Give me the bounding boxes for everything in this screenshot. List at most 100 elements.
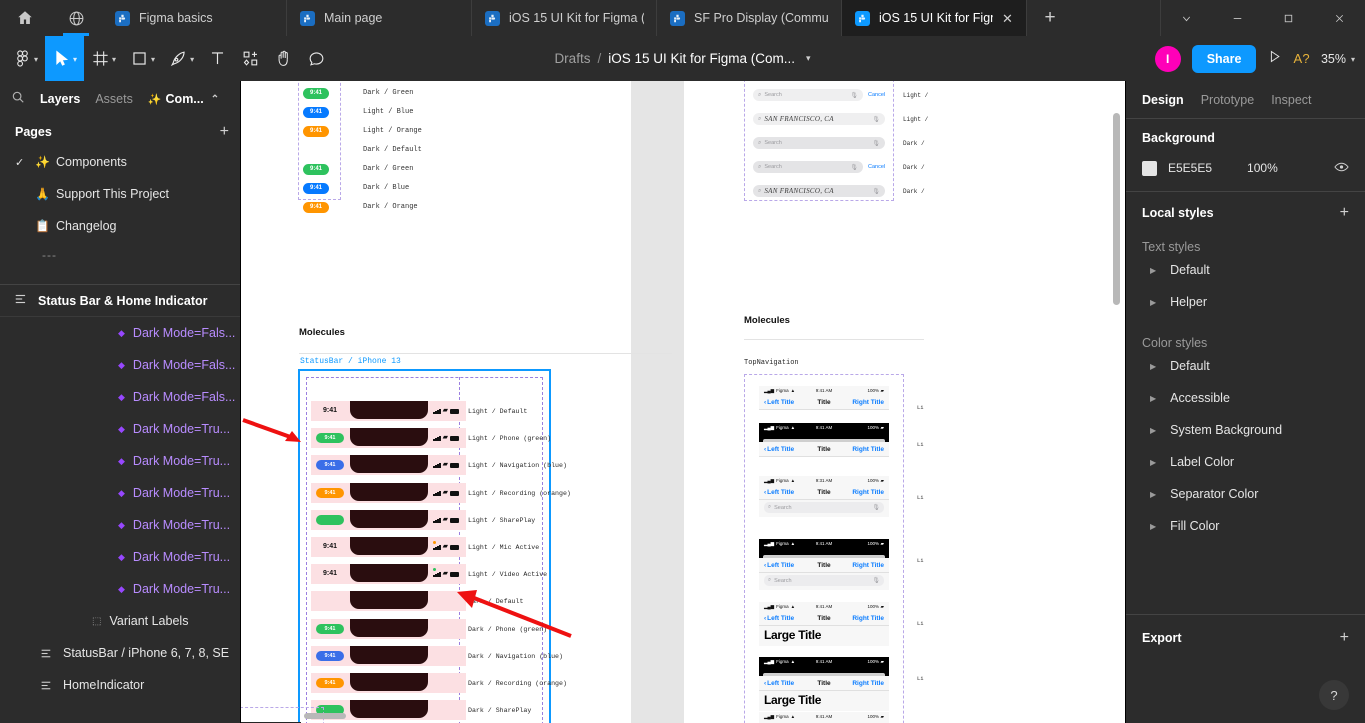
chevron-up-icon[interactable]: ⌃ (211, 94, 219, 105)
layer-row[interactable]: ◆ Dark Mode=Tru... (0, 541, 240, 573)
topnav-variant-card[interactable]: ▂▄▆ Figma ▲ 9:31 AM 100% ▰ ‹ Left Title Title Rig… (759, 476, 889, 517)
breadcrumb-project[interactable]: Drafts (554, 51, 590, 66)
style-row[interactable]: ▶ Helper (1142, 286, 1349, 318)
design-canvas[interactable]: 9:41 Dark / Green 9:41 Light / Blue 9:41 Ligh… (241, 81, 1125, 723)
microphone-icon[interactable]: 🎙 (850, 92, 858, 99)
tab-assets[interactable]: Assets (95, 92, 133, 106)
atom-row[interactable]: 9:41 Light / Orange (303, 124, 633, 138)
atom-row[interactable]: 9:41 Dark / Orange (303, 200, 633, 214)
microphone-icon[interactable]: 🎙 (872, 577, 880, 584)
browser-tab[interactable]: Figma basics (102, 0, 287, 36)
layer-row[interactable]: ⬚ Variant Labels (0, 605, 240, 637)
layer-row[interactable]: ◆ Dark Mode=Fals... (0, 381, 240, 413)
style-row[interactable]: ▶ Label Color (1142, 446, 1349, 478)
layer-row[interactable]: HomeIndicator (0, 669, 240, 701)
topnav-variant-card[interactable]: ▂▄▆Figma▲9:41 AM100%▰‹Left TitleTitleRig… (759, 657, 889, 711)
frame-tool-button[interactable]: ▾ (84, 36, 123, 81)
search-field[interactable]: ⌕ SAN FRANCISCO, CA 🎙 (753, 113, 885, 125)
canvas-vertical-scrollbar[interactable] (1113, 113, 1120, 305)
style-row[interactable]: ▶ Default (1142, 350, 1349, 382)
background-opacity-value[interactable]: 100% (1247, 161, 1278, 175)
page-item[interactable]: 📋 Changelog (0, 210, 240, 242)
avatar[interactable]: I (1154, 45, 1181, 72)
microphone-icon[interactable]: 🎙 (872, 116, 880, 123)
tab-layers[interactable]: Layers (40, 92, 80, 106)
chevron-down-icon[interactable]: ▾ (806, 53, 811, 64)
search-field[interactable]: ⌕ Search 🎙 (753, 161, 863, 173)
browser-tab[interactable]: iOS 15 UI Kit for Figma (Comm (472, 0, 657, 36)
statusbar-variant-row[interactable]: 9:41 ▰ (311, 482, 466, 503)
minimize-icon[interactable] (1212, 0, 1263, 36)
zoom-control[interactable]: 35% ▾ (1321, 52, 1355, 66)
layer-row[interactable]: ◆ Dark Mode=Tru... (0, 509, 240, 541)
maximize-icon[interactable] (1263, 0, 1314, 36)
search-field[interactable]: ⌕ Search 🎙 (753, 89, 863, 101)
statusbar-component-frame[interactable]: StatusBar / iPhone 13 9:41 ▰ Light / Defau… (298, 357, 571, 723)
atom-row[interactable]: 9:41 Light / Blue (303, 105, 633, 119)
tab-inspect[interactable]: Inspect (1271, 93, 1311, 107)
chevron-right-icon[interactable]: ▶ (1150, 522, 1156, 531)
statusbar-variant-row[interactable]: 9:41 ▰ (311, 564, 466, 585)
shape-tool-button[interactable]: ▾ (123, 36, 162, 81)
style-row[interactable]: ▶ Fill Color (1142, 510, 1349, 542)
add-page-button[interactable]: + (220, 123, 229, 141)
navcard-search-input[interactable]: ⌕ Search 🎙 (764, 502, 884, 513)
chevron-right-icon[interactable]: ▶ (1150, 394, 1156, 403)
topnav-variant-card[interactable]: ▂▄▆Figma▲9:41 AM100%▰‹Left TitleTitleRig… (759, 539, 889, 590)
resources-tool-button[interactable] (234, 36, 267, 81)
browser-tab[interactable]: SF Pro Display (Community) (657, 0, 842, 36)
topnav-variant-card[interactable]: ▂▄▆Figma▲9:41 AM100%▰‹Left TitleTitleRig… (759, 423, 889, 457)
tab-design[interactable]: Design (1142, 93, 1184, 107)
layer-row[interactable]: ◆ Dark Mode=Tru... (0, 477, 240, 509)
share-button[interactable]: Share (1191, 44, 1257, 73)
statusbar-variant-row[interactable]: 9:41 (311, 673, 466, 693)
browser-tab[interactable]: Main page (287, 0, 472, 36)
statusbar-variant-row[interactable]: 9:41 ▰ (311, 428, 466, 449)
search-field[interactable]: ⌕ Search 🎙 (753, 137, 885, 149)
statusbar-variant-row[interactable]: 9:41 (311, 645, 466, 666)
chevron-right-icon[interactable]: ▶ (1150, 458, 1156, 467)
chevron-down-icon[interactable] (1161, 0, 1212, 36)
statusbar-variant-row[interactable]: 9:41 ▰ (311, 401, 466, 421)
navcard-search-input[interactable]: ⌕ Search 🎙 (764, 575, 884, 586)
chevron-right-icon[interactable]: ▶ (1150, 490, 1156, 499)
tab-prototype[interactable]: Prototype (1201, 93, 1255, 107)
background-color-swatch[interactable] (1142, 160, 1157, 176)
topnav-variant-card[interactable]: ▂▄▆Figma▲9:41 AM100%▰‹Left TitleTitleRig… (759, 386, 889, 410)
style-row[interactable]: ▶ System Background (1142, 414, 1349, 446)
chevron-right-icon[interactable]: ▶ (1150, 266, 1156, 275)
background-hex-value[interactable]: E5E5E5 (1168, 161, 1212, 175)
statusbar-frame-title[interactable]: StatusBar / iPhone 13 (300, 357, 401, 366)
chevron-right-icon[interactable]: ▶ (1150, 298, 1156, 307)
statusbar-variant-row[interactable]: 9:41 ▰ (311, 455, 466, 476)
canvas-horizontal-scrollbar[interactable] (304, 713, 346, 719)
page-item[interactable]: --- (0, 242, 240, 268)
add-local-style-button[interactable]: + (1340, 204, 1349, 222)
visibility-eye-icon[interactable] (1334, 159, 1349, 177)
layer-row[interactable]: ◆ Dark Mode=Tru... (0, 573, 240, 605)
present-play-icon[interactable] (1267, 49, 1282, 69)
tab-components[interactable]: ✨ Com... ⌃ (148, 92, 219, 106)
layer-row[interactable]: ◆ Dark Mode=Tru... (0, 413, 240, 445)
statusbar-variant-row[interactable]: 9:41 ▰ (311, 537, 466, 557)
atom-row[interactable]: 9:41 Dark / Green (303, 162, 633, 176)
new-tab-button[interactable]: + (1027, 0, 1073, 36)
layers-section-header[interactable]: Status Bar & Home Indicator (0, 284, 240, 317)
cancel-button[interactable]: Cancel (868, 92, 885, 98)
add-export-button[interactable]: + (1340, 629, 1349, 647)
comment-tool-button[interactable] (300, 36, 333, 81)
style-row[interactable]: ▶ Separator Color (1142, 478, 1349, 510)
layer-row[interactable]: ◆ Dark Mode=Fals... (0, 349, 240, 381)
style-row[interactable]: ▶ Accessible (1142, 382, 1349, 414)
atom-row[interactable]: Dark / Default (303, 143, 633, 157)
microphone-icon[interactable]: 🎙 (872, 140, 880, 147)
figma-menu-button[interactable]: ▾ (6, 36, 45, 81)
move-tool-button[interactable]: ▾ (45, 36, 85, 81)
page-item[interactable]: 🙏 Support This Project (0, 178, 240, 210)
close-tab-icon[interactable]: ✕ (1002, 12, 1014, 25)
cancel-button[interactable]: Cancel (868, 164, 885, 170)
chevron-right-icon[interactable]: ▶ (1150, 362, 1156, 371)
text-tool-button[interactable] (201, 36, 234, 81)
microphone-icon[interactable]: 🎙 (872, 504, 880, 511)
topnav-variant-card[interactable]: ▂▄▆Figma▲9:41 AM100%▰‹Left TitleTitleRig… (759, 602, 889, 646)
